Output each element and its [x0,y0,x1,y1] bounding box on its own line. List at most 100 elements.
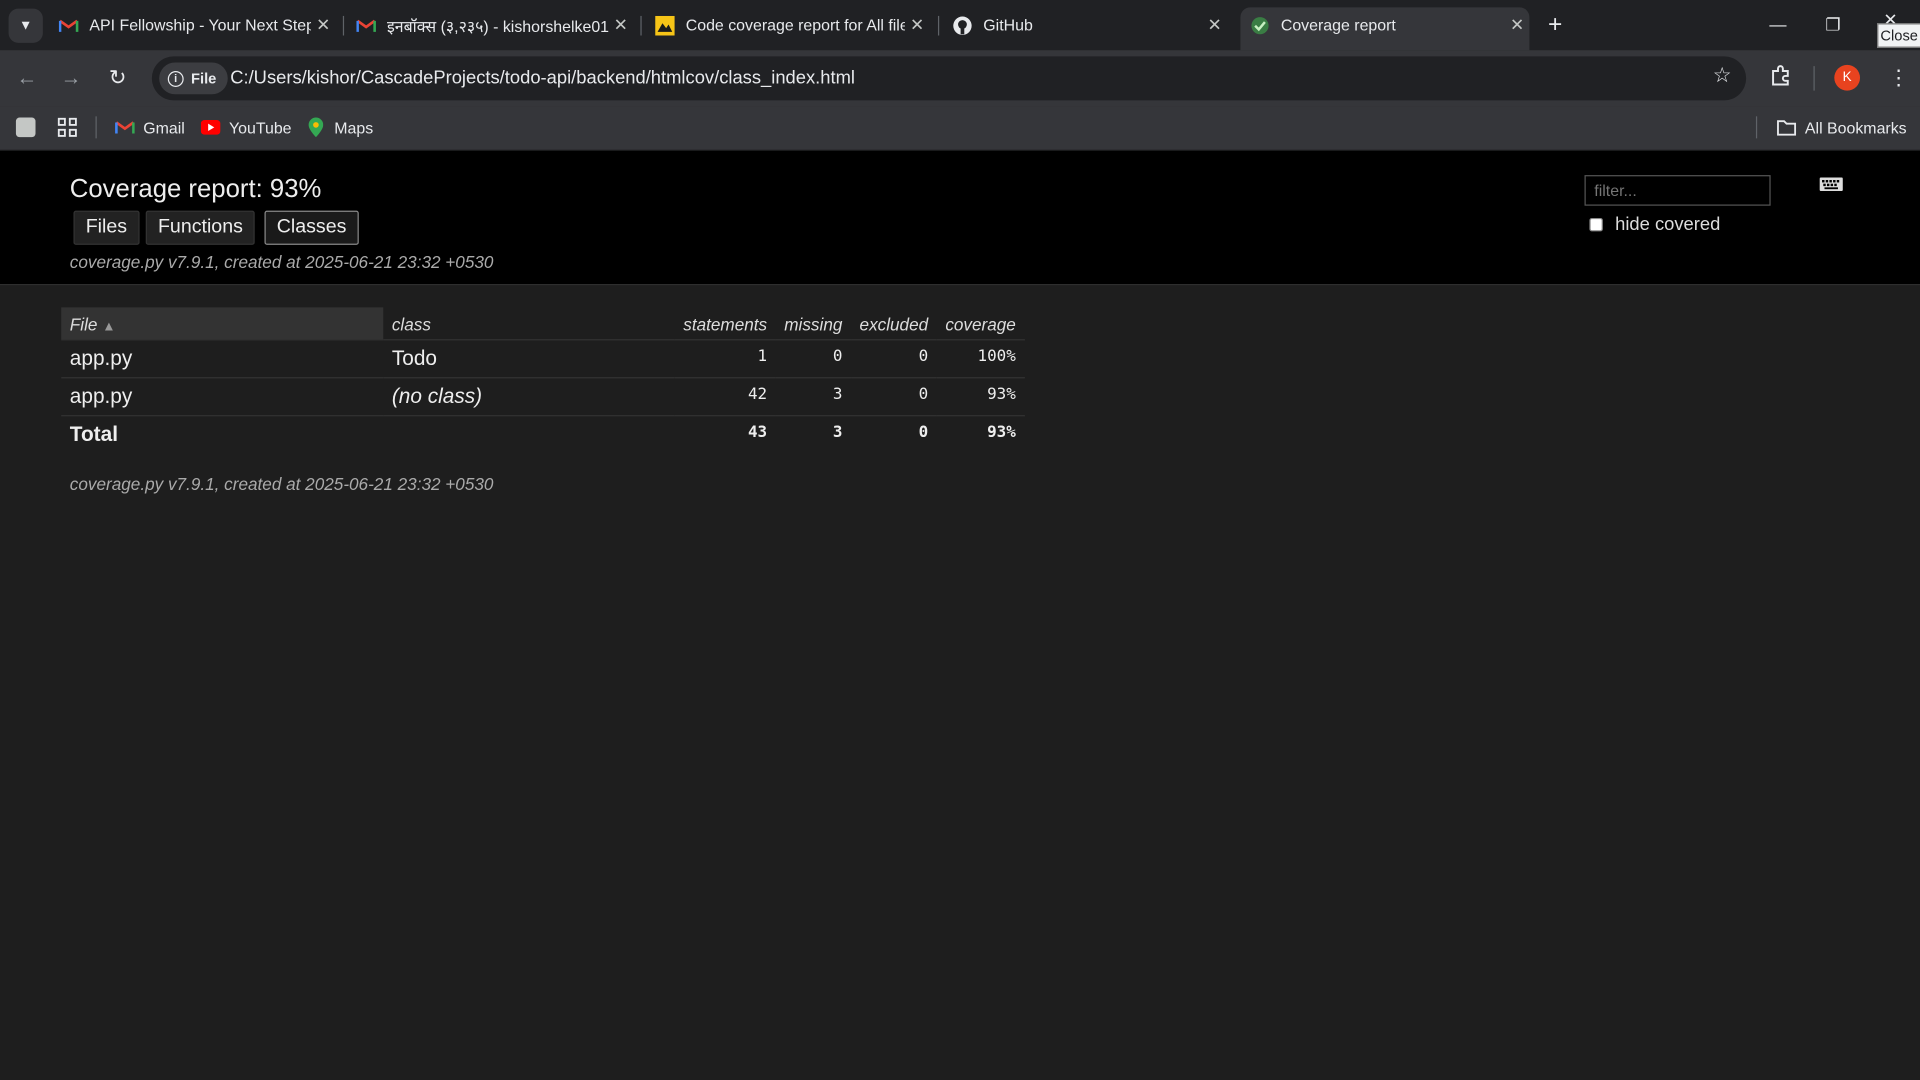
tab-title: इनबॉक्स (३,२३५) - kishorshelke01 [386,16,609,35]
page-title: Coverage report: 93% [69,175,322,204]
close-tab-icon[interactable]: ✕ [905,15,929,36]
classes-button[interactable]: Classes [264,210,359,245]
hide-covered-label: hide covered [1615,214,1721,236]
column-statements[interactable]: statements [675,307,776,339]
bookmark-label: YouTube [228,118,292,137]
footer-created-info: coverage.py v7.9.1, created at 2025-06-2… [69,473,494,494]
statements-cell: 1 [674,338,776,378]
info-icon: i [167,70,184,87]
tab-search-button[interactable]: ▼ [8,8,43,43]
forward-button[interactable]: → [56,64,85,93]
maps-icon [306,117,326,138]
close-tab-icon[interactable]: ✕ [311,15,335,36]
tab-title: GitHub [983,15,1033,35]
bookmark-label: Maps [334,118,374,137]
total-class-cell [383,414,675,454]
hide-covered-checkbox[interactable] [1589,217,1603,232]
more-menu-icon[interactable]: ⋮ [1888,65,1909,92]
tab-separator [937,15,940,36]
toolbar-divider [1813,66,1815,91]
coverage-cell: 93% [936,376,1025,416]
folder-icon [1777,118,1797,138]
reload-button[interactable]: ↻ [103,64,132,93]
close-tab-icon[interactable]: ✕ [609,15,633,36]
table-row: app.py (no class) 42 3 0 93% [61,376,1025,416]
profile-avatar[interactable]: K [1834,64,1861,91]
tab-separator [640,15,642,36]
coverage-icon [1250,15,1270,35]
bookmark-star-icon[interactable]: ☆ [1713,64,1732,88]
column-coverage[interactable]: coverage [937,307,1025,339]
gmail-icon [356,15,376,35]
missing-cell: 0 [775,338,851,378]
column-class[interactable]: class [383,307,674,339]
close-tab-icon[interactable]: ✕ [1505,15,1529,36]
youtube-icon [200,118,221,138]
close-tab-icon[interactable]: ✕ [1202,15,1226,36]
sort-ascending-icon: ▲ [102,318,116,334]
site-info-chip[interactable]: i File [159,62,228,95]
bookmark-gmail[interactable]: Gmail [115,115,185,139]
tab-strip: ▼ API Fellowship - Your Next Step ✕ इनबॉ… [0,0,1920,51]
browser-toolbar: ← → ↻ i File C:/Users/kishor/CascadeProj… [0,50,1920,107]
bookmarks-bar: Gmail YouTube Maps All Bookmarks [0,106,1920,151]
keyboard-icon[interactable] [1819,177,1843,192]
scheme-label: File [191,69,217,87]
tab-code-coverage[interactable]: Code coverage report for All files ✕ [655,7,929,43]
close-tooltip: Close [1877,23,1920,48]
tab-github[interactable]: GitHub ✕ [953,7,1227,43]
tab-title: Coverage report [1280,15,1396,35]
new-tab-button[interactable]: + [1542,11,1569,38]
apps-grid-icon[interactable] [57,115,78,139]
github-icon [953,15,973,35]
back-button[interactable]: ← [12,64,41,93]
table-header-row: File ▲ class statements missing excluded… [61,307,1025,340]
url-text[interactable]: C:/Users/kishor/CascadeProjects/todo-api… [230,67,855,88]
column-file[interactable]: File ▲ [61,307,384,340]
missing-cell: 3 [775,376,851,416]
total-missing: 3 [775,414,851,454]
extensions-icon[interactable] [1769,65,1791,94]
statements-cell: 42 [674,376,776,416]
table-row: app.py Todo 1 0 0 100% [61,338,1025,378]
excluded-cell: 0 [850,376,937,416]
bookmark-maps[interactable]: Maps [306,115,373,139]
filter-input[interactable] [1584,175,1771,206]
bookmark-divider [95,116,97,139]
class-link[interactable]: (no class) [383,376,675,416]
gmail-icon [58,15,79,35]
istanbul-icon [655,15,675,35]
total-statements: 43 [674,414,776,454]
file-link[interactable]: app.py [61,338,384,378]
file-link[interactable]: app.py [61,376,384,416]
bookmark-divider [1755,116,1758,139]
coverage-cell: 100% [936,338,1025,378]
tab-coverage-report[interactable]: Coverage report ✕ [1240,7,1530,51]
minimize-button[interactable]: — [1763,10,1792,39]
total-row: Total 43 3 0 93% [61,414,1025,454]
gmail-icon [115,118,135,138]
restore-button[interactable]: ❐ [1818,10,1847,39]
hide-covered-toggle[interactable]: hide covered [1589,214,1720,235]
tab-groups-icon[interactable] [15,115,36,139]
tab-api-fellowship[interactable]: API Fellowship - Your Next Step ✕ [58,7,336,43]
column-missing[interactable]: missing [776,307,851,339]
total-coverage: 93% [936,414,1025,454]
chevron-down-icon: ▼ [19,18,33,34]
bookmark-youtube[interactable]: YouTube [200,115,292,139]
all-bookmarks-button[interactable]: All Bookmarks [1777,115,1907,139]
tab-title: API Fellowship - Your Next Step [89,15,312,35]
created-info: coverage.py v7.9.1, created at 2025-06-2… [69,252,494,272]
class-link[interactable]: Todo [383,338,675,378]
all-bookmarks-label: All Bookmarks [1804,118,1907,137]
functions-button[interactable]: Functions [145,210,256,245]
coverage-table: File ▲ class statements missing excluded… [61,307,1025,454]
tab-separator [342,15,345,36]
column-excluded[interactable]: excluded [851,307,937,339]
total-label: Total [61,414,384,454]
tab-inbox[interactable]: इनबॉक्स (३,२३५) - kishorshelke01 ✕ [356,7,633,43]
files-button[interactable]: Files [73,210,140,245]
tab-title: Code coverage report for All files [685,15,905,35]
report-header: Coverage report: 93% Files Functions Cla… [0,150,1920,286]
address-bar[interactable]: i File C:/Users/kishor/CascadeProjects/t… [151,56,1747,101]
